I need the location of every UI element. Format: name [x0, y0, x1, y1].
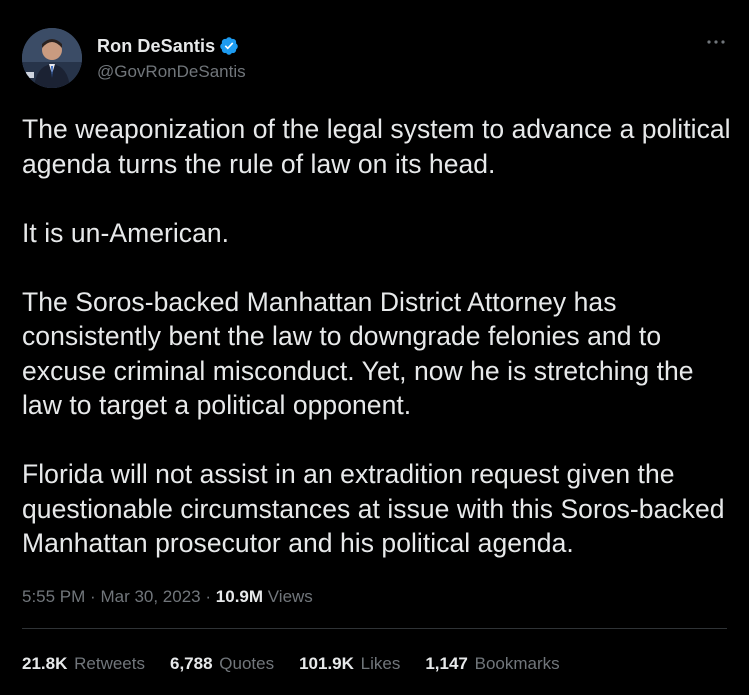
engagement-stats: 21.8K Retweets 6,788 Quotes 101.9K Likes… — [22, 654, 585, 674]
author-handle[interactable]: @GovRonDeSantis — [97, 62, 246, 82]
likes-count: 101.9K — [299, 654, 354, 673]
tweet-paragraph: The Soros-backed Manhattan District Atto… — [22, 286, 694, 421]
likes-label: Likes — [360, 654, 401, 673]
retweets-label: Retweets — [74, 654, 145, 673]
tweet-meta: 5:55 PM · Mar 30, 2023 · 10.9M Views — [22, 587, 313, 607]
tweet-paragraph: The weaponization of the legal system to… — [22, 114, 731, 179]
tweet-card: Ron DeSantis @GovRonDeSantis The weaponi… — [0, 0, 749, 695]
quotes-count: 6,788 — [169, 654, 213, 673]
views-count: 10.9M — [215, 587, 264, 606]
verified-badge-icon — [219, 36, 239, 56]
avatar[interactable] — [22, 28, 82, 88]
tweet-header: Ron DeSantis @GovRonDeSantis — [22, 28, 727, 90]
likes-stat[interactable]: 101.9K Likes — [299, 654, 400, 674]
tweet-paragraph: Florida will not assist in an extraditio… — [22, 459, 725, 558]
quotes-label: Quotes — [219, 654, 275, 673]
bookmarks-stat[interactable]: 1,147 Bookmarks — [425, 654, 559, 674]
author-names: Ron DeSantis @GovRonDeSantis — [97, 35, 246, 82]
retweets-stat[interactable]: 21.8K Retweets — [22, 654, 145, 674]
quotes-stat[interactable]: 6,788 Quotes — [170, 654, 274, 674]
bookmarks-label: Bookmarks — [474, 654, 560, 673]
divider — [22, 628, 727, 629]
retweets-count: 21.8K — [22, 654, 68, 673]
views-label: Views — [267, 587, 313, 606]
bookmarks-count: 1,147 — [425, 654, 468, 673]
display-name[interactable]: Ron DeSantis — [97, 36, 215, 57]
tweet-text: The weaponization of the legal system to… — [22, 112, 732, 561]
tweet-date[interactable]: Mar 30, 2023 — [100, 587, 200, 606]
tweet-paragraph: It is un-American. — [22, 217, 230, 248]
meta-separator: · — [205, 587, 212, 606]
meta-separator: · — [90, 587, 96, 606]
display-name-row: Ron DeSantis — [97, 35, 246, 57]
tweet-time[interactable]: 5:55 PM — [22, 587, 85, 606]
more-options-icon[interactable] — [705, 34, 727, 50]
